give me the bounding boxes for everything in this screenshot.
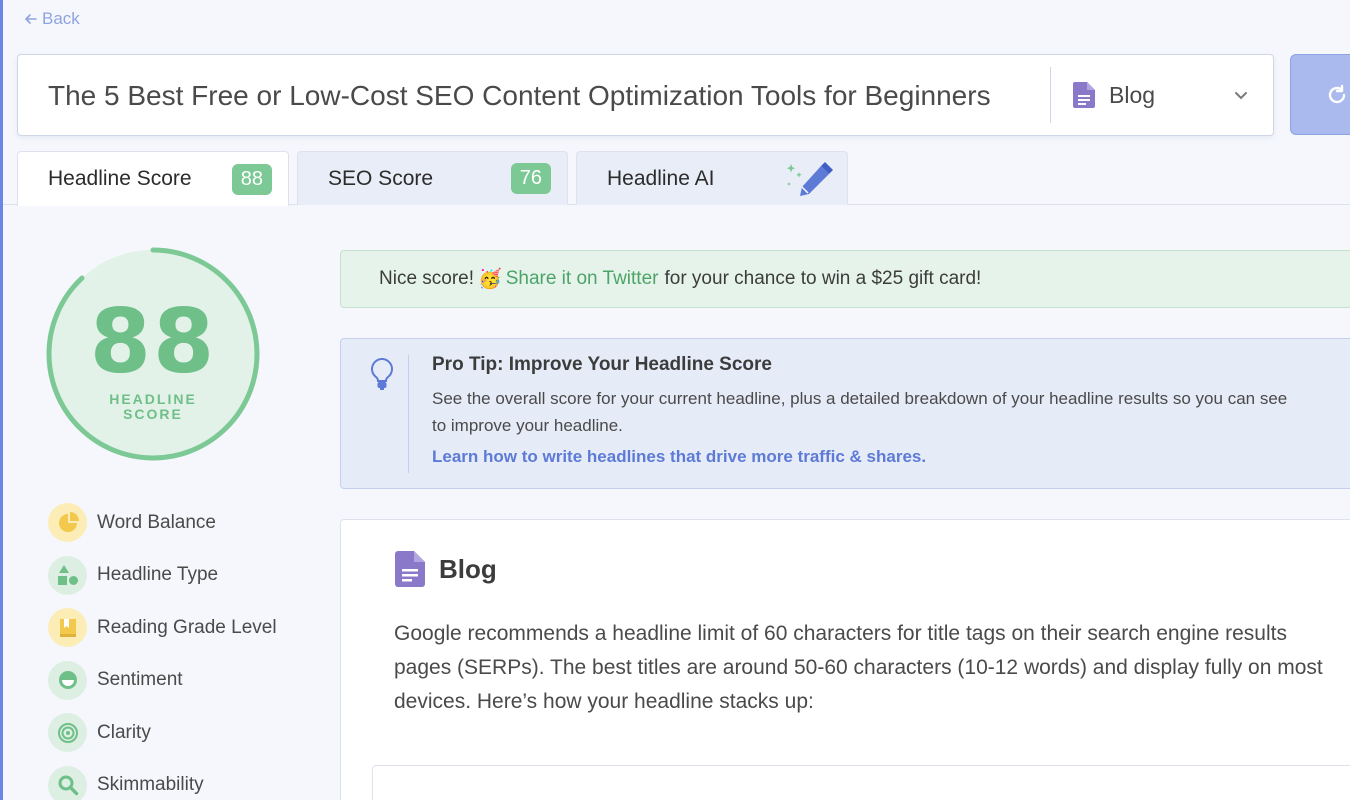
score-badge: 76 <box>510 163 551 194</box>
score-metrics-list: Word Balance Headline Type Reading Grade… <box>48 503 277 800</box>
share-twitter-link[interactable]: Share it on Twitter <box>506 268 659 290</box>
metric-word-balance[interactable]: Word Balance <box>48 503 277 542</box>
headline-score-label: HEADLINE <box>109 391 197 407</box>
pro-tip-panel: Pro Tip: Improve Your Headline Score See… <box>340 338 1350 489</box>
share-prefix: Nice score! <box>379 268 475 289</box>
metric-headline-type[interactable]: Headline Type <box>48 555 277 595</box>
blog-card-line: devices. Here’s how your headline stacks… <box>394 690 814 713</box>
blog-card-text: Google recommends a headline limit of 60… <box>394 617 1323 719</box>
target-icon <box>48 713 87 752</box>
headline-input-container: The 5 Best Free or Low-Cost SEO Content … <box>17 54 1274 136</box>
blog-card-title: Blog <box>439 554 497 584</box>
divider <box>1050 67 1051 123</box>
document-icon <box>1073 82 1095 108</box>
lightbulb-icon <box>371 357 393 390</box>
refresh-icon <box>1328 84 1346 103</box>
smile-icon <box>48 660 87 700</box>
back-link[interactable]: Back <box>24 9 80 29</box>
pro-tip-link[interactable]: Learn how to write headlines that drive … <box>432 447 926 467</box>
pro-tip-body: to improve your headline. <box>432 416 623 435</box>
share-suffix: for your chance to win a $25 gift card! <box>664 268 982 289</box>
metric-skimmability[interactable]: Skimmability <box>48 765 277 800</box>
metric-label: Headline Type <box>97 564 219 585</box>
score-badge: 88 <box>231 163 272 195</box>
document-icon <box>395 551 425 587</box>
tab-label: SEO Score <box>328 166 434 190</box>
share-banner: Nice score! 🥳 Share it on Twitter for yo… <box>340 250 1350 308</box>
tab-headline-ai[interactable]: Headline AI <box>576 151 848 205</box>
blog-info-card: Blog Google recommends a headline limit … <box>340 519 1350 800</box>
pro-tip-body: See the overall score for your current h… <box>432 389 1288 408</box>
pro-tip-title: Pro Tip: Improve Your Headline Score <box>432 354 772 375</box>
bookmark-book-icon <box>48 608 87 647</box>
headline-score-label: SCORE <box>123 406 183 422</box>
sparkle-pencil-icon <box>786 162 833 196</box>
chevron-down-icon <box>1235 92 1247 100</box>
shapes-icon <box>48 555 87 595</box>
divider <box>408 355 409 473</box>
metric-reading-grade-level[interactable]: Reading Grade Level <box>48 608 277 647</box>
headline-type-select[interactable]: Blog <box>1073 55 1273 135</box>
blog-card-line: pages (SERPs). The best titles are aroun… <box>394 656 1323 679</box>
blog-card-line: Google recommends a headline limit of 60… <box>394 622 1287 645</box>
metric-label: Word Balance <box>97 511 216 533</box>
headline-input[interactable]: The 5 Best Free or Low-Cost SEO Content … <box>18 55 1020 135</box>
tab-headline-score[interactable]: Headline Score 88 <box>17 151 289 206</box>
metric-clarity[interactable]: Clarity <box>48 713 277 752</box>
metric-label: Clarity <box>97 721 151 743</box>
tab-label: Headline Score <box>48 167 192 190</box>
pie-chart-icon <box>48 503 87 542</box>
metric-label: Sentiment <box>97 669 183 690</box>
headline-score-value: 88 <box>89 290 217 393</box>
metric-label: Skimmability <box>97 774 204 795</box>
type-select-value: Blog <box>1109 81 1156 108</box>
analyze-button[interactable] <box>1290 54 1350 135</box>
back-label: Back <box>42 9 80 28</box>
magnifier-icon <box>48 765 87 800</box>
tab-seo-score[interactable]: SEO Score 76 <box>297 151 568 205</box>
headline-length-box <box>372 765 1350 800</box>
party-face-emoji: 🥳 <box>478 269 502 290</box>
tab-bar: Headline Score 88 SEO Score 76 Headline … <box>17 151 848 206</box>
metric-sentiment[interactable]: Sentiment <box>48 660 277 700</box>
arrow-left-icon <box>25 14 37 24</box>
metric-label: Reading Grade Level <box>97 616 277 638</box>
